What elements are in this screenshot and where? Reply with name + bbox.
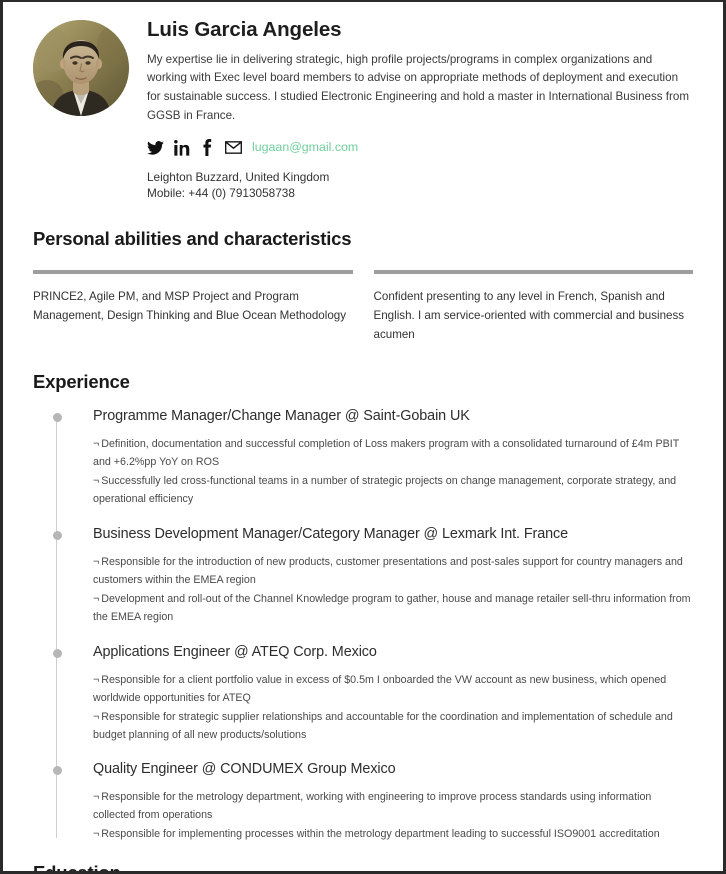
job-bullet: ¬ Development and roll-out of the Channel… — [93, 591, 693, 627]
ability-column: PRINCE2, Agile PM, and MSP Project and P… — [33, 270, 353, 345]
job-bullet: ¬ Definition, documentation and successfu… — [93, 436, 693, 472]
full-name: Luis Garcia Angeles — [147, 18, 342, 41]
timeline-dot-icon — [52, 412, 62, 422]
job-bullets: ¬ Responsible for a client portfolio valu… — [93, 672, 693, 745]
job-bullet: ¬ Responsible for strategic supplier rela… — [93, 709, 693, 745]
bullet-mark-icon: ¬ — [93, 592, 100, 605]
divider-rule — [33, 270, 353, 275]
profile-summary: My expertise lie in delivering strategic… — [147, 52, 689, 122]
facebook-icon[interactable] — [199, 139, 216, 157]
portrait-photo-icon — [33, 20, 129, 116]
bullet-mark-icon: ¬ — [93, 791, 100, 804]
job-bullet-text: Successfully led cross-functional teams … — [93, 474, 677, 505]
bullet-mark-icon: ¬ — [93, 555, 100, 568]
job-title: Applications Engineer @ ATEQ Corp. Mexic… — [93, 643, 377, 660]
ability-text: PRINCE2, Agile PM, and MSP Project and P… — [33, 290, 347, 323]
experience-section-title: Experience — [33, 370, 130, 392]
job-bullets: ¬ Responsible for the metrology departmen… — [93, 789, 693, 844]
header-text-block: Luis Garcia Angeles My expertise lie in … — [129, 14, 693, 202]
social-links-row: lugaan@gmail.com — [147, 138, 693, 158]
job-bullet-text: Responsible for the metrology department… — [93, 791, 652, 822]
experience-item: Quality Engineer @ CONDUMEX Group Mexico… — [52, 760, 693, 844]
job-bullet: ¬ Responsible for a client portfolio valu… — [93, 672, 693, 708]
job-bullet: ¬ Responsible for the introduction of new… — [93, 554, 693, 590]
experience-item: Programme Manager/Change Manager @ Saint… — [52, 407, 693, 509]
job-bullet: ¬ Successfully led cross-functional teams… — [93, 473, 693, 509]
experience-item: Business Development Manager/Category Ma… — [52, 525, 693, 627]
job-bullet: ¬ Responsible for the metrology departmen… — [93, 789, 693, 825]
job-bullet-text: Responsible for implementing processes w… — [101, 828, 660, 841]
abilities-section-title: Personal abilities and characteristics — [33, 228, 352, 250]
job-bullets: ¬ Responsible for the introduction of new… — [93, 554, 693, 627]
divider-rule — [373, 270, 693, 275]
bullet-mark-icon: ¬ — [93, 710, 100, 723]
timeline-dot-icon — [52, 766, 62, 776]
bullet-mark-icon: ¬ — [93, 673, 100, 686]
email-link[interactable]: lugaan@gmail.com — [252, 141, 358, 154]
job-bullet: ¬ Responsible for implementing processes … — [93, 826, 693, 844]
ability-column: Confident presenting to any level in Fre… — [373, 270, 693, 345]
job-bullet-text: Responsible for a client portfolio value… — [93, 673, 667, 704]
phone-text: Mobile: +44 (0) 7913058738 — [147, 186, 295, 201]
bullet-mark-icon: ¬ — [93, 437, 100, 450]
job-bullet-text: Development and roll-out of the Channel … — [93, 592, 691, 623]
bullet-mark-icon: ¬ — [93, 474, 100, 487]
job-bullet-text: Responsible for strategic supplier relat… — [93, 710, 673, 741]
job-title: Quality Engineer @ CONDUMEX Group Mexico — [93, 761, 396, 778]
email-icon[interactable] — [225, 139, 242, 156]
job-title: Business Development Manager/Category Ma… — [93, 525, 569, 542]
job-bullets: ¬ Definition, documentation and successfu… — [93, 436, 693, 509]
resume-page: Luis Garcia Angeles My expertise lie in … — [0, 0, 726, 874]
job-title: Programme Manager/Change Manager @ Saint… — [93, 407, 470, 424]
job-bullet-text: Responsible for the introduction of new … — [93, 555, 683, 586]
avatar — [33, 20, 129, 116]
resume-header: Luis Garcia Angeles My expertise lie in … — [3, 2, 723, 202]
timeline-dot-icon — [52, 530, 62, 540]
linkedin-icon[interactable] — [173, 139, 190, 156]
bullet-mark-icon: ¬ — [93, 828, 100, 841]
twitter-icon[interactable] — [147, 139, 164, 156]
job-bullet-text: Definition, documentation and successful… — [93, 437, 680, 468]
abilities-columns: PRINCE2, Agile PM, and MSP Project and P… — [33, 270, 693, 345]
timeline-dot-icon — [52, 648, 62, 658]
experience-timeline: Programme Manager/Change Manager @ Saint… — [33, 407, 693, 845]
ability-text: Confident presenting to any level in Fre… — [373, 290, 685, 341]
location-text: Leighton Buzzard, United Kingdom — [147, 169, 330, 184]
experience-item: Applications Engineer @ ATEQ Corp. Mexic… — [52, 643, 693, 745]
abilities-section: Personal abilities and characteristics P… — [3, 228, 723, 345]
experience-section: Experience Programme Manager/Change Mana… — [3, 371, 723, 845]
